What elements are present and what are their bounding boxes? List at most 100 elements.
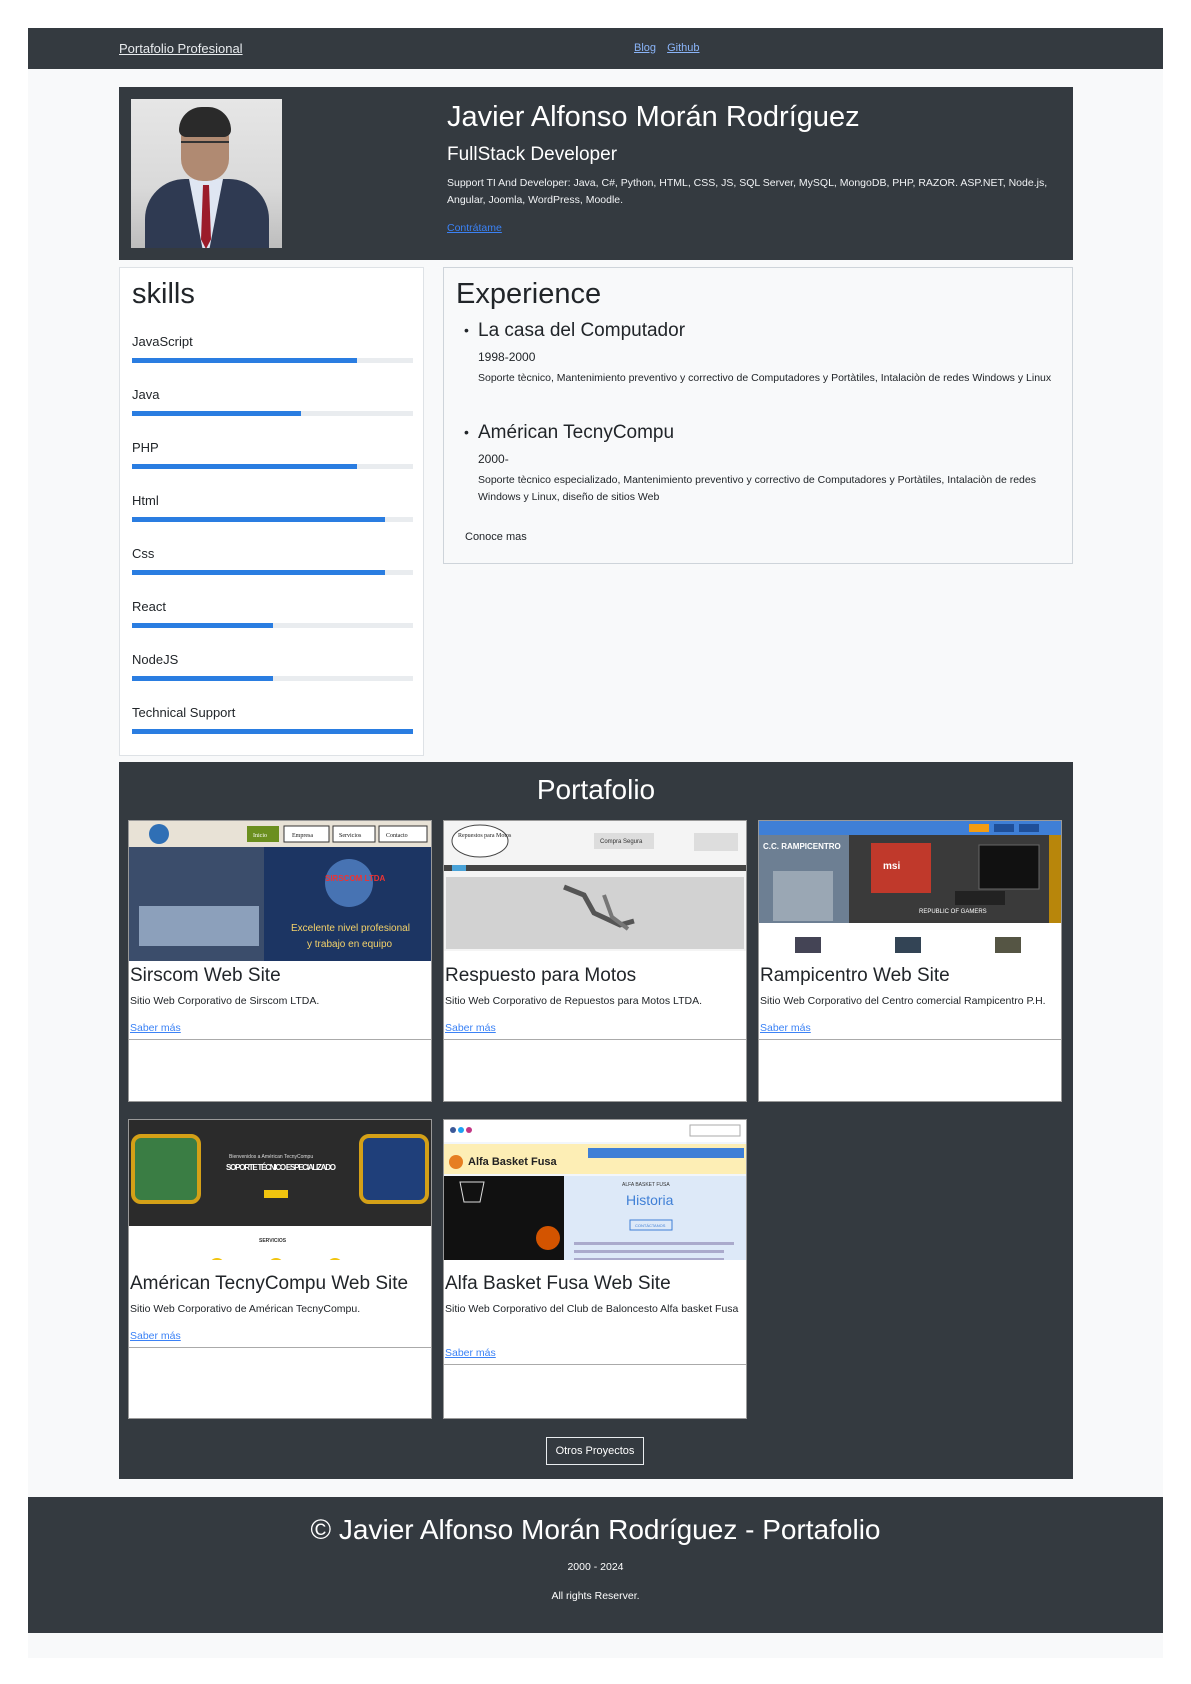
learn-more-link[interactable]: Saber más	[445, 1022, 496, 1034]
skill-item: Html	[132, 493, 413, 522]
skill-progress-fill	[132, 411, 301, 416]
project-card: Bienvenidos a Américan TecnyCompu SOPORT…	[128, 1119, 432, 1419]
skill-progress-fill	[132, 464, 357, 469]
skill-item: JavaScript	[132, 334, 413, 363]
skill-label: NodeJS	[132, 652, 179, 667]
job-company: Américan TecnyCompu	[464, 422, 1059, 444]
hero-section: Javier Alfonso Morán Rodríguez FullStack…	[119, 87, 1073, 260]
thumb-text: Alfa Basket Fusa	[468, 1156, 558, 1168]
learn-more-link[interactable]: Saber más	[130, 1022, 181, 1034]
thumb-text: y trabajo en equipo	[307, 939, 393, 950]
skills-panel: skills JavaScript Java PHP Html Css React Node…	[119, 267, 424, 756]
thumb-text: Servicios	[339, 833, 362, 839]
thumb-text: Empresa	[292, 833, 313, 839]
project-card: Inicio Empresa Servicios Contacto SIRSCO…	[128, 820, 432, 1102]
thumb-text: SIRSCOM LTDA	[325, 874, 386, 883]
skill-item: NodeJS	[132, 652, 413, 681]
skill-item: Java	[132, 387, 413, 416]
portfolio-title: Portafolio	[536, 774, 656, 805]
nav-links: Blog Github	[634, 42, 708, 54]
job-description: Soporte tècnico especializado, Mantenimi…	[478, 474, 1036, 503]
navbar: Portafolio Profesional Blog Github	[28, 28, 1163, 69]
skill-label: React	[132, 599, 166, 614]
job-years: 2000-	[478, 452, 509, 466]
footer-title: © Javier Alfonso Morán Rodríguez - Porta…	[310, 1514, 881, 1545]
skill-progress-fill	[132, 623, 273, 628]
experience-panel: Experience La casa del Computador 1998-2…	[443, 267, 1073, 564]
hero-role: FullStack Developer	[447, 144, 618, 165]
skill-progress-fill	[132, 570, 385, 575]
job-description: Soporte tècnico, Mantenimiento preventiv…	[478, 372, 1052, 384]
job-item: La casa del Computador 1998-2000 Soporte…	[464, 320, 1059, 387]
project-title: Américan TecnyCompu Web Site	[130, 1273, 409, 1294]
project-card: C.C. RAMPICENTRO msi REPUBLIC OF GAMERS …	[758, 820, 1062, 1102]
project-card: Alfa Basket Fusa ALFA BASKET FUSA Histor…	[443, 1119, 747, 1419]
project-description: Sitio Web Corporativo de Sirscom LTDA.	[130, 995, 320, 1007]
skill-item: PHP	[132, 440, 413, 469]
skill-item: Technical Support	[132, 705, 413, 734]
project-thumbnail-alfabasket[interactable]: Alfa Basket Fusa ALFA BASKET FUSA Histor…	[444, 1120, 746, 1260]
skill-progress-fill	[132, 358, 357, 363]
job-item: Américan TecnyCompu 2000- Soporte tècnic…	[464, 422, 1059, 506]
thumb-text: SOPORTE TÉCNICO ESPECIALIZADO	[226, 1163, 336, 1172]
skill-label: Java	[132, 387, 160, 402]
project-thumbnail-tecnycompu[interactable]: Bienvenidos a Américan TecnyCompu SOPORT…	[129, 1120, 431, 1260]
learn-more-link[interactable]: Saber más	[760, 1022, 811, 1034]
other-projects-button[interactable]: Otros Proyectos	[546, 1437, 644, 1465]
skill-progress-bar	[132, 358, 413, 363]
learn-more-link[interactable]: Saber más	[130, 1330, 181, 1342]
thumb-text: Repuestos para Motos	[458, 833, 512, 839]
skills-title: skills	[132, 278, 195, 310]
hero-description: Support TI And Developer: Java, C#, Pyth…	[447, 177, 1048, 206]
skill-progress-fill	[132, 676, 273, 681]
see-more-link[interactable]: Conoce mas	[465, 531, 527, 543]
project-title: Respuesto para Motos	[445, 965, 637, 986]
project-thumbnail-motos[interactable]: Repuestos para Motos Compra Segura	[444, 821, 746, 961]
thumb-text: C.C. RAMPICENTRO	[763, 842, 841, 851]
thumb-text: Historia	[626, 1192, 674, 1208]
nav-link-blog[interactable]: Blog	[634, 42, 656, 54]
job-company: La casa del Computador	[464, 320, 1059, 342]
page: Portafolio Profesional Blog Github Javie…	[28, 28, 1163, 1658]
skill-label: JavaScript	[132, 334, 193, 349]
experience-title: Experience	[456, 278, 602, 310]
skill-progress-bar	[132, 676, 413, 681]
thumb-text: SERVICIOS	[259, 1238, 287, 1244]
nav-link-github[interactable]: Github	[667, 42, 699, 54]
project-description: Sitio Web Corporativo del Club de Balonc…	[445, 1303, 739, 1315]
portfolio-section: Portafolio Inicio Empresa Servicios Cont…	[119, 762, 1073, 1479]
skill-item: Css	[132, 546, 413, 575]
skill-progress-bar	[132, 411, 413, 416]
thumb-text: Compra Segura	[600, 839, 643, 845]
project-description: Sitio Web Corporativo del Centro comerci…	[760, 995, 1046, 1007]
footer-rights: All rights Reserver.	[551, 1590, 640, 1602]
thumb-text: Bienvenidos a Américan TecnyCompu	[229, 1154, 313, 1160]
project-title: Rampicentro Web Site	[760, 965, 950, 986]
brand-link[interactable]: Portafolio Profesional	[119, 41, 243, 56]
project-description: Sitio Web Corporativo de Américan TecnyC…	[130, 1303, 361, 1315]
footer: © Javier Alfonso Morán Rodríguez - Porta…	[28, 1497, 1163, 1633]
thumb-text: ALFA BASKET FUSA	[622, 1182, 670, 1188]
project-thumbnail-sirscom[interactable]: Inicio Empresa Servicios Contacto SIRSCO…	[129, 821, 431, 961]
thumb-text: Contacto	[386, 833, 408, 839]
skill-progress-bar	[132, 570, 413, 575]
skill-label: Technical Support	[132, 705, 236, 720]
project-description: Sitio Web Corporativo de Repuestos para …	[445, 995, 702, 1007]
skill-item: React	[132, 599, 413, 628]
project-title: Sirscom Web Site	[130, 965, 281, 986]
thumb-text: Excelente nivel profesional	[291, 923, 410, 934]
thumb-text: msi	[883, 861, 900, 872]
hire-me-link[interactable]: Contrátame	[447, 222, 502, 234]
hero-name: Javier Alfonso Morán Rodríguez	[447, 101, 860, 133]
skill-progress-bar	[132, 464, 413, 469]
skill-label: Html	[132, 493, 159, 508]
skill-progress-fill	[132, 517, 385, 522]
thumb-text: Inicio	[253, 833, 267, 839]
job-years: 1998-2000	[478, 350, 536, 364]
learn-more-link[interactable]: Saber más	[445, 1347, 496, 1359]
thumb-text: CONTÁCTANOS	[635, 1223, 666, 1228]
profile-photo	[131, 99, 282, 248]
footer-years: 2000 - 2024	[567, 1561, 624, 1573]
project-thumbnail-rampicentro[interactable]: C.C. RAMPICENTRO msi REPUBLIC OF GAMERS	[759, 821, 1061, 961]
thumb-text: REPUBLIC OF GAMERS	[919, 909, 987, 915]
